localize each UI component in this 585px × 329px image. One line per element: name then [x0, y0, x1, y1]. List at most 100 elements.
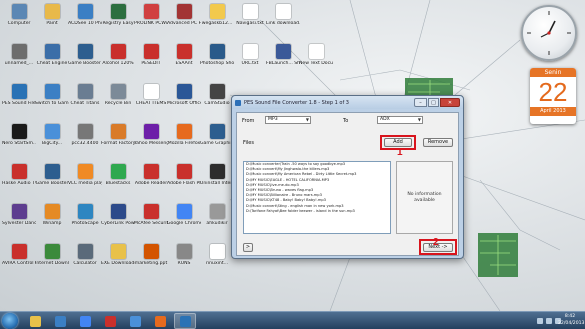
- desktop-icon[interactable]: pcc32.4400: [68, 122, 102, 162]
- taskbar-button-pesedit[interactable]: [99, 313, 121, 329]
- taskbar-clock[interactable]: 8:42 22/04/2013: [558, 313, 584, 327]
- desktop-icon[interactable]: CamStudio: [200, 82, 234, 122]
- app-icon: [143, 244, 159, 259]
- desktop-icon[interactable]: FBLaunch... Shortcut: [266, 42, 300, 82]
- desktop-icon[interactable]: PES Sound File Conv...: [2, 82, 36, 122]
- small-nav-button[interactable]: >: [243, 243, 253, 252]
- taskbar-button-media[interactable]: [49, 313, 71, 329]
- desktop-icon[interactable]: PESEDIT: [134, 42, 168, 82]
- desktop-icon-label: Calculator: [73, 261, 97, 266]
- desktop-icon[interactable]: Internet Download...: [35, 242, 69, 282]
- taskbar-button-firefox[interactable]: [149, 313, 171, 329]
- minimize-button[interactable]: –: [414, 98, 427, 107]
- desktop-icon-label: URL.txt: [241, 61, 259, 66]
- desktop-icon[interactable]: CHEAT ITEMS: [134, 82, 168, 122]
- desktop-icon[interactable]: Cheat Engine: [35, 42, 69, 82]
- desktop-icon[interactable]: RUNS: [167, 242, 201, 282]
- desktop-icon[interactable]: Haske Audio TV: [2, 162, 36, 202]
- desktop-icon[interactable]: URL.txt: [233, 42, 267, 82]
- desktop-icon[interactable]: Bluestacks: [101, 162, 135, 202]
- desktop-icon[interactable]: PROLINK PCWi300 UI: [134, 2, 168, 42]
- desktop-icon[interactable]: wegaskb12...: [200, 2, 234, 42]
- desktop-icon[interactable]: Calculator: [68, 242, 102, 282]
- desktop-icon[interactable]: Registry Easy: [101, 2, 135, 42]
- desktop-icon-label: CamStudio: [204, 101, 230, 106]
- desktop-icon[interactable]: Cheat Titans: [68, 82, 102, 122]
- desktop-icon[interactable]: Adobe Reader: [134, 162, 168, 202]
- taskbar-button-active-app[interactable]: [174, 313, 196, 329]
- desktop-icon[interactable]: Adobe Flash Player: [167, 162, 201, 202]
- desktop-icon[interactable]: ACDSee 10 Photo M...: [68, 2, 102, 42]
- desktop-icon[interactable]: Yahoo Messenger: [134, 122, 168, 162]
- to-format-select[interactable]: ADX ▼: [377, 116, 423, 124]
- desktop-icon[interactable]: Game Graphi...: [200, 122, 234, 162]
- desktop-icon-label: FBLaunch... Shortcut: [266, 61, 300, 66]
- app-icon: [77, 84, 93, 99]
- taskbar-button-chrome[interactable]: [74, 313, 96, 329]
- desktop-icon[interactable]: Nero StartSm...: [2, 122, 36, 162]
- desktop-icon[interactable]: EXE Downloads: [101, 242, 135, 282]
- maximize-button[interactable]: □: [428, 98, 439, 107]
- app-icon: [275, 44, 291, 59]
- desktop-icon[interactable]: Game Booster 3: [68, 42, 102, 82]
- app-icon: [275, 4, 291, 19]
- desktop-icon[interactable]: McAfee Security Sca...: [134, 202, 168, 242]
- taskbar-button-explorer[interactable]: [24, 313, 46, 329]
- desktop-icon[interactable]: CyberLink PowerDVD: [101, 202, 135, 242]
- desktop-icon[interactable]: New Text Document: [299, 42, 333, 82]
- desktop-icon[interactable]: Sylvester Dancing Call: [2, 202, 36, 242]
- desktop-icon[interactable]: Winamp: [35, 202, 69, 242]
- desktop-icon-label: CyberLink PowerDVD: [101, 221, 135, 226]
- desktop-icon-label: Game Graphi...: [200, 141, 234, 146]
- file-list-item[interactable]: D:\Tarifone Fahyat\Bee folder keewer - i…: [244, 209, 390, 214]
- info-panel: No information available: [396, 161, 453, 234]
- remove-button[interactable]: Remove: [423, 138, 453, 147]
- desktop-icon[interactable]: Alcohol 120%: [101, 42, 135, 82]
- desktop-icon[interactable]: marketing.ppt: [134, 242, 168, 282]
- desktop-icon[interactable]: VLC media player: [68, 162, 102, 202]
- app-icon: [308, 44, 324, 59]
- volume-icon[interactable]: [546, 318, 552, 324]
- desktop-icon-label: PES Sound File Conv...: [2, 101, 36, 106]
- desktop-icon[interactable]: Paint: [35, 2, 69, 42]
- app-icon: [110, 4, 126, 19]
- taskbar-button-ie[interactable]: [124, 313, 146, 329]
- desktop-icon[interactable]: rinuxint...: [200, 242, 234, 282]
- desktop-icon[interactable]: PhotoScape: [68, 202, 102, 242]
- app-icon: [176, 84, 192, 99]
- file-list[interactable]: D:\Music converter\Train -50 ways to say…: [243, 161, 391, 234]
- app-icon: [209, 124, 225, 139]
- desktop-icon-label: Winamp: [42, 221, 62, 226]
- desktop-icon[interactable]: Link download.txt: [266, 2, 300, 42]
- desktop-icon[interactable]: Computer: [2, 2, 36, 42]
- desktop-icon[interactable]: Uninstall Internet FIFA: [200, 162, 234, 202]
- circuit-decoration-2: [478, 233, 518, 277]
- desktop-icon[interactable]: Microsoft Office W...: [167, 82, 201, 122]
- desktop-icon[interactable]: Game Booster: [35, 162, 69, 202]
- desktop-icon[interactable]: ahkudikir: [200, 202, 234, 242]
- desktop-icon[interactable]: AVIRA Control Cent...: [2, 242, 36, 282]
- app-icon: [77, 44, 93, 59]
- desktop-icon[interactable]: Navigasi.txt: [233, 2, 267, 42]
- firefox-icon: [154, 315, 166, 327]
- desktop-icon[interactable]: Switch to Game...: [35, 82, 69, 122]
- desktop-icon[interactable]: Mozilla Firefox: [167, 122, 201, 162]
- desktop-icon[interactable]: BigCity...: [35, 122, 69, 162]
- desktop-icon[interactable]: Google Chrome: [167, 202, 201, 242]
- desktop-icon-label: Format Factory: [101, 141, 135, 146]
- calendar-gadget[interactable]: Senin 22 April 2013: [530, 68, 576, 124]
- desktop-icon[interactable]: Advanced PC Faster: [167, 2, 201, 42]
- desktop-icon[interactable]: Format Factory: [101, 122, 135, 162]
- app-icon: [176, 244, 192, 259]
- close-button[interactable]: ✕: [440, 98, 460, 107]
- from-format-select[interactable]: MP3 ▼: [265, 116, 311, 124]
- window-titlebar[interactable]: PES Sound File Converter 1.8 - Step 1 of…: [232, 96, 463, 109]
- desktop-icon[interactable]: ESAAnt: [167, 42, 201, 82]
- network-icon[interactable]: [537, 318, 543, 324]
- taskbar: 8:42 22/04/2013: [0, 311, 585, 329]
- desktop-icon[interactable]: unnamed_...: [2, 42, 36, 82]
- clock-gadget[interactable]: [521, 5, 577, 61]
- desktop-icon[interactable]: Recycle Bin: [101, 82, 135, 122]
- desktop-icon[interactable]: Photoshop Shortcut: [200, 42, 234, 82]
- start-button[interactable]: [2, 313, 18, 329]
